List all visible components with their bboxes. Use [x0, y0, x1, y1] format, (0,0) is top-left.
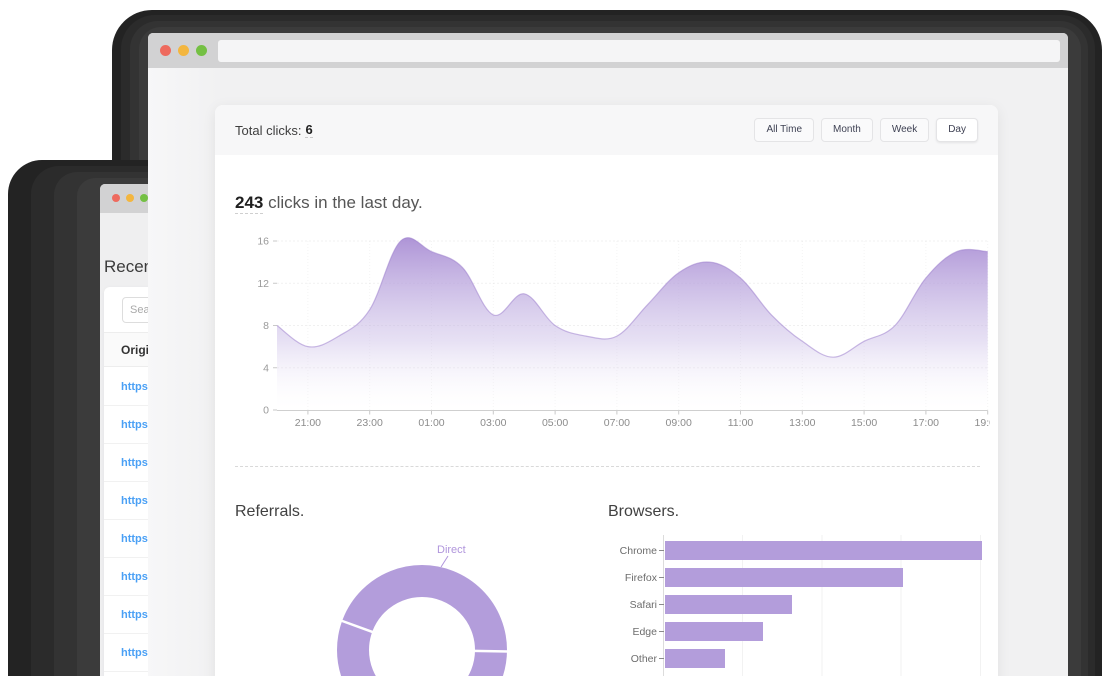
- svg-text:13:00: 13:00: [789, 417, 815, 429]
- total-clicks-value: 6: [305, 122, 312, 138]
- svg-text:4: 4: [263, 362, 269, 374]
- minimize-window-icon[interactable]: [178, 45, 189, 56]
- bar-value-chrome: [665, 541, 982, 560]
- svg-text:12: 12: [257, 278, 269, 290]
- svg-text:17:00: 17:00: [913, 417, 939, 429]
- clicks-area-chart: 21:00 23:00 01:00 03:00 05:00 07:00 09:00 11:00…: [235, 230, 990, 440]
- bar-category-label: Safari: [601, 599, 657, 611]
- clicks-count: 243: [235, 193, 263, 214]
- axis-tick: [659, 577, 664, 578]
- bar-row-edge: Edge: [601, 618, 996, 645]
- referrals-donut-chart: Direct: [330, 535, 520, 676]
- range-button-week[interactable]: Week: [880, 118, 929, 142]
- foreground-browser-window: Total clicks: 6 All Time Month Week Day 243…: [148, 33, 1068, 676]
- bar-value-other: [665, 649, 725, 668]
- svg-text:05:00: 05:00: [542, 417, 568, 429]
- maximize-window-icon[interactable]: [196, 45, 207, 56]
- range-button-month[interactable]: Month: [821, 118, 873, 142]
- bar-category-label: Chrome: [601, 545, 657, 557]
- svg-text:03:00: 03:00: [480, 417, 506, 429]
- svg-text:21:00: 21:00: [295, 417, 321, 429]
- bar-category-label: Edge: [601, 626, 657, 638]
- section-divider: [235, 466, 980, 467]
- clicks-headline-text: clicks in the last day.: [263, 193, 422, 212]
- svg-text:8: 8: [263, 320, 269, 332]
- maximize-window-icon[interactable]: [140, 194, 148, 202]
- screenshot-stage: Recent Origin https://https://https://ht…: [0, 0, 1102, 676]
- donut-segment-label-direct: Direct: [437, 544, 466, 556]
- axis-tick: [659, 550, 664, 551]
- close-window-icon[interactable]: [160, 45, 171, 56]
- axis-tick: [659, 658, 664, 659]
- svg-text:11:00: 11:00: [728, 417, 754, 429]
- bar-row-other: Other: [601, 645, 996, 672]
- minimize-window-icon[interactable]: [126, 194, 134, 202]
- svg-text:01:00: 01:00: [418, 417, 444, 429]
- date-range-button-group: All Time Month Week Day: [754, 118, 978, 142]
- browsers-bar-chart: Chrome Firefox Safari Edge Other: [601, 537, 996, 672]
- close-window-icon[interactable]: [112, 194, 120, 202]
- svg-text:16: 16: [257, 236, 269, 248]
- url-bar[interactable]: [218, 40, 1060, 62]
- bar-row-safari: Safari: [601, 591, 996, 618]
- foreground-window-titlebar: [148, 33, 1068, 68]
- svg-text:23:00: 23:00: [357, 417, 383, 429]
- bar-category-label: Firefox: [601, 572, 657, 584]
- browsers-section-title: Browsers.: [608, 503, 679, 521]
- svg-text:0: 0: [263, 405, 269, 417]
- svg-text:15:00: 15:00: [851, 417, 877, 429]
- range-button-day[interactable]: Day: [936, 118, 978, 142]
- svg-text:09:00: 09:00: [666, 417, 692, 429]
- bar-value-edge: [665, 622, 763, 641]
- svg-text:19:00: 19:00: [975, 417, 990, 429]
- bar-category-label: Other: [601, 653, 657, 665]
- clicks-headline: 243 clicks in the last day.: [235, 193, 423, 213]
- axis-tick: [659, 604, 664, 605]
- total-clicks-label: Total clicks:: [235, 123, 301, 138]
- bar-value-firefox: [665, 568, 903, 587]
- referrals-section-title: Referrals.: [235, 503, 304, 521]
- range-button-all-time[interactable]: All Time: [754, 118, 814, 142]
- axis-tick: [659, 631, 664, 632]
- bar-row-chrome: Chrome: [601, 537, 996, 564]
- analytics-card-header: Total clicks: 6 All Time Month Week Day: [215, 105, 998, 155]
- svg-text:07:00: 07:00: [604, 417, 630, 429]
- analytics-card: Total clicks: 6 All Time Month Week Day 243…: [215, 105, 998, 676]
- bar-value-safari: [665, 595, 792, 614]
- bar-row-firefox: Firefox: [601, 564, 996, 591]
